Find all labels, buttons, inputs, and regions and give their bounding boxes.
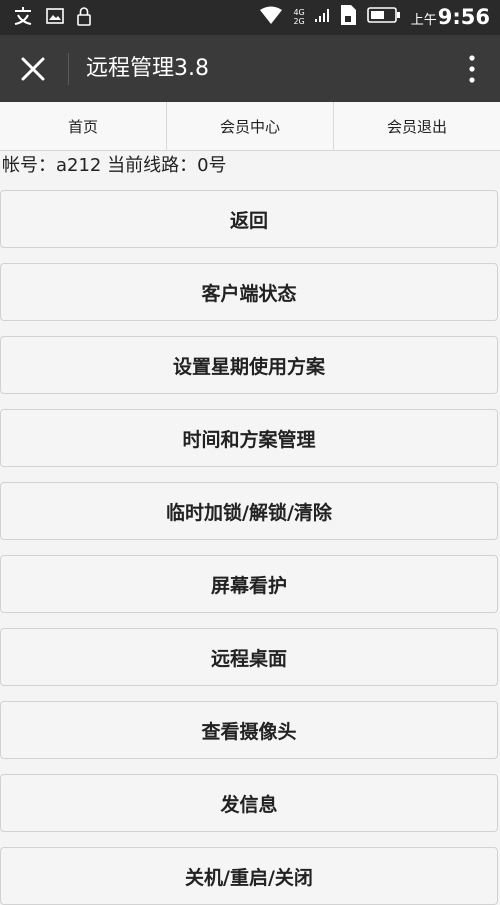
status-right-icons: 4G 2G 上午 9:56: [259, 4, 490, 30]
network-type-1: 4G: [293, 8, 305, 17]
status-bar: 4G 2G 上午 9:56: [0, 0, 500, 35]
clock-time: 9:56: [437, 5, 490, 29]
top-nav: 首页 会员中心 会员退出: [0, 102, 500, 151]
status-left-icons: [12, 6, 92, 30]
temp-lock-button[interactable]: 临时加锁/解锁/清除: [0, 482, 498, 540]
shutdown-restart-button[interactable]: 关机/重启/关闭: [0, 847, 498, 905]
nav-member-logout[interactable]: 会员退出: [334, 102, 500, 150]
clock-period: 上午: [410, 13, 437, 28]
back-button[interactable]: 返回: [0, 190, 498, 248]
close-icon: [21, 57, 45, 81]
account-info: 帐号：a212 当前线路：0号: [2, 155, 227, 176]
client-status-button[interactable]: 客户端状态: [0, 263, 498, 321]
signal-icon: [314, 5, 329, 29]
network-type-2: 2G: [293, 17, 305, 26]
close-button[interactable]: [18, 54, 48, 84]
screen-watch-button[interactable]: 屏幕看护: [0, 555, 498, 613]
image-notification-icon: [46, 7, 64, 29]
app-notification-icon: [12, 6, 34, 30]
clock: 上午 9:56: [411, 5, 490, 29]
appbar-divider: [68, 53, 69, 85]
page-title: 远程管理3.8: [86, 56, 209, 81]
nav-member-center[interactable]: 会员中心: [167, 102, 334, 150]
wifi-icon: [259, 5, 283, 29]
time-plan-management-button[interactable]: 时间和方案管理: [0, 409, 498, 467]
weekly-plan-button[interactable]: 设置星期使用方案: [0, 336, 498, 394]
view-camera-button[interactable]: 查看摄像头: [0, 701, 498, 759]
remote-desktop-button[interactable]: 远程桌面: [0, 628, 498, 686]
nav-home[interactable]: 首页: [0, 102, 167, 150]
app-bar: 远程管理3.8: [0, 35, 500, 102]
network-type: 4G 2G: [293, 8, 304, 26]
battery-icon: [366, 6, 401, 28]
sim-icon: [339, 4, 357, 30]
send-message-button[interactable]: 发信息: [0, 774, 498, 832]
lock-icon: [76, 6, 92, 30]
more-vert-icon: [469, 55, 475, 83]
more-options-button[interactable]: [466, 53, 478, 85]
